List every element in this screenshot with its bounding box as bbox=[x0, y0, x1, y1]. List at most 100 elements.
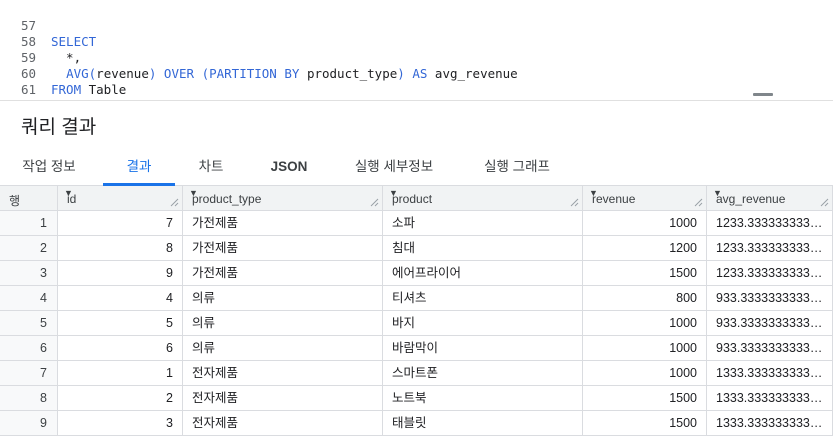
cell-avg-revenue[interactable]: 1333.3333333333... bbox=[707, 411, 833, 436]
cell-product-type[interactable]: 의류 bbox=[183, 311, 383, 336]
table-row[interactable]: 6 6 의류 바람막이 1000 933.33333333333... bbox=[0, 336, 833, 361]
cell-avg-revenue[interactable]: 1233.3333333333... bbox=[707, 236, 833, 261]
resize-grip-icon[interactable] bbox=[570, 198, 579, 207]
query-results-title: 쿼리 결과 bbox=[21, 117, 97, 138]
cell-row-number[interactable]: 3 bbox=[0, 261, 58, 286]
cell-product-type[interactable]: 전자제품 bbox=[183, 411, 383, 436]
cell-product-type[interactable]: 전자제품 bbox=[183, 361, 383, 386]
code-line-58[interactable]: 58 *, bbox=[0, 18, 81, 65]
table-row[interactable]: 4 4 의류 티셔츠 800 933.33333333333... bbox=[0, 286, 833, 311]
drag-handle-icon[interactable] bbox=[753, 93, 773, 96]
column-header-row-number[interactable]: 행 bbox=[0, 186, 58, 211]
cell-revenue[interactable]: 1500 bbox=[583, 386, 707, 411]
cell-row-number[interactable]: 6 bbox=[0, 336, 58, 361]
tab-job-info[interactable]: 작업 정보 bbox=[8, 150, 90, 185]
cell-row-number[interactable]: 2 bbox=[0, 236, 58, 261]
resize-grip-icon[interactable] bbox=[170, 198, 179, 207]
cell-product[interactable]: 노트북 bbox=[383, 386, 583, 411]
column-header-label: 행 bbox=[9, 194, 21, 208]
cell-revenue[interactable]: 800 bbox=[583, 286, 707, 311]
cell-id[interactable]: 4 bbox=[58, 286, 183, 311]
cell-avg-revenue[interactable]: 1233.3333333333... bbox=[707, 261, 833, 286]
column-header-label: product bbox=[392, 192, 433, 206]
tab-chart[interactable]: 차트 bbox=[180, 150, 242, 185]
sql-editor[interactable]: 57 SELECT 58 *, 59 AVG(revenue) OVER (PA… bbox=[0, 0, 833, 101]
cell-avg-revenue[interactable]: 933.33333333333... bbox=[707, 336, 833, 361]
tab-execution-details[interactable]: 실행 세부정보 bbox=[340, 150, 448, 185]
cell-revenue[interactable]: 1500 bbox=[583, 261, 707, 286]
cell-product-type[interactable]: 가전제품 bbox=[183, 211, 383, 236]
column-header-revenue[interactable]: revenue ▼ bbox=[583, 186, 707, 211]
cell-revenue[interactable]: 1000 bbox=[583, 211, 707, 236]
table-row[interactable]: 1 7 가전제품 소파 1000 1233.3333333333... bbox=[0, 211, 833, 236]
cell-id[interactable]: 5 bbox=[58, 311, 183, 336]
column-header-product-type[interactable]: product_type ▼ bbox=[183, 186, 383, 211]
table-row[interactable]: 8 2 전자제품 노트북 1500 1333.3333333333... bbox=[0, 386, 833, 411]
code-text[interactable]: FROM Table bbox=[51, 82, 126, 98]
cell-avg-revenue[interactable]: 1233.3333333333... bbox=[707, 211, 833, 236]
cell-avg-revenue[interactable]: 933.33333333333... bbox=[707, 311, 833, 336]
code-text[interactable]: *, bbox=[51, 50, 81, 66]
cell-id[interactable]: 9 bbox=[58, 261, 183, 286]
code-line-61[interactable]: 61 bbox=[0, 66, 36, 97]
code-line-57[interactable]: 57 SELECT bbox=[0, 2, 96, 49]
results-tabs: 작업 정보 결과 차트 JSON 실행 세부정보 실행 그래프 bbox=[0, 150, 833, 186]
cell-revenue[interactable]: 1000 bbox=[583, 361, 707, 386]
cell-product-type[interactable]: 의류 bbox=[183, 286, 383, 311]
tab-results[interactable]: 결과 bbox=[103, 150, 175, 186]
cell-product[interactable]: 태블릿 bbox=[383, 411, 583, 436]
cell-row-number[interactable]: 7 bbox=[0, 361, 58, 386]
cell-revenue[interactable]: 1000 bbox=[583, 311, 707, 336]
cell-row-number[interactable]: 4 bbox=[0, 286, 58, 311]
cell-product[interactable]: 티셔츠 bbox=[383, 286, 583, 311]
table-row[interactable]: 2 8 가전제품 침대 1200 1233.3333333333... bbox=[0, 236, 833, 261]
cell-product-type[interactable]: 가전제품 bbox=[183, 236, 383, 261]
cell-avg-revenue[interactable]: 1333.3333333333... bbox=[707, 386, 833, 411]
column-header-avg-revenue[interactable]: avg_revenue ▼ bbox=[707, 186, 833, 211]
table-row[interactable]: 9 3 전자제품 태블릿 1500 1333.3333333333... bbox=[0, 411, 833, 436]
code-line-59[interactable]: 59 AVG(revenue) OVER (PARTITION BY produ… bbox=[0, 34, 518, 81]
cell-id[interactable]: 3 bbox=[58, 411, 183, 436]
tab-execution-graph[interactable]: 실행 그래프 bbox=[468, 150, 566, 185]
cell-id[interactable]: 1 bbox=[58, 361, 183, 386]
cell-product[interactable]: 소파 bbox=[383, 211, 583, 236]
resize-grip-icon[interactable] bbox=[370, 198, 379, 207]
cell-avg-revenue[interactable]: 933.33333333333... bbox=[707, 286, 833, 311]
cell-row-number[interactable]: 8 bbox=[0, 386, 58, 411]
cell-product[interactable]: 바람막이 bbox=[383, 336, 583, 361]
table-row[interactable]: 7 1 전자제품 스마트폰 1000 1333.3333333333... bbox=[0, 361, 833, 386]
cell-id[interactable]: 2 bbox=[58, 386, 183, 411]
cell-avg-revenue[interactable]: 1333.3333333333... bbox=[707, 361, 833, 386]
cell-id[interactable]: 7 bbox=[58, 211, 183, 236]
column-header-id[interactable]: id ▼ bbox=[58, 186, 183, 211]
table-row[interactable]: 5 5 의류 바지 1000 933.33333333333... bbox=[0, 311, 833, 336]
line-number: 61 bbox=[20, 82, 36, 97]
resize-grip-icon[interactable] bbox=[694, 198, 703, 207]
tab-json[interactable]: JSON bbox=[258, 150, 320, 185]
cell-revenue[interactable]: 1000 bbox=[583, 336, 707, 361]
cell-row-number[interactable]: 1 bbox=[0, 211, 58, 236]
cell-id[interactable]: 8 bbox=[58, 236, 183, 261]
table-row[interactable]: 3 9 가전제품 에어프라이어 1500 1233.3333333333... bbox=[0, 261, 833, 286]
cell-row-number[interactable]: 5 bbox=[0, 311, 58, 336]
code-line-60[interactable]: 60 FROM Table bbox=[0, 50, 126, 97]
cell-product-type[interactable]: 가전제품 bbox=[183, 261, 383, 286]
resize-grip-icon[interactable] bbox=[820, 198, 829, 207]
code-text[interactable]: AVG(revenue) OVER (PARTITION BY product_… bbox=[51, 66, 518, 82]
cell-product-type[interactable]: 전자제품 bbox=[183, 386, 383, 411]
cell-product[interactable]: 에어프라이어 bbox=[383, 261, 583, 286]
column-header-label: product_type bbox=[192, 192, 262, 206]
cell-product[interactable]: 침대 bbox=[383, 236, 583, 261]
cell-product[interactable]: 스마트폰 bbox=[383, 361, 583, 386]
column-header-product[interactable]: product ▼ bbox=[383, 186, 583, 211]
column-header-label: id bbox=[67, 192, 77, 206]
cell-row-number[interactable]: 9 bbox=[0, 411, 58, 436]
code-text[interactable]: SELECT bbox=[51, 34, 96, 50]
cell-product[interactable]: 바지 bbox=[383, 311, 583, 336]
column-header-label: avg_revenue bbox=[716, 192, 786, 206]
cell-id[interactable]: 6 bbox=[58, 336, 183, 361]
cell-revenue[interactable]: 1200 bbox=[583, 236, 707, 261]
column-header-label: revenue bbox=[592, 192, 636, 206]
cell-revenue[interactable]: 1500 bbox=[583, 411, 707, 436]
cell-product-type[interactable]: 의류 bbox=[183, 336, 383, 361]
